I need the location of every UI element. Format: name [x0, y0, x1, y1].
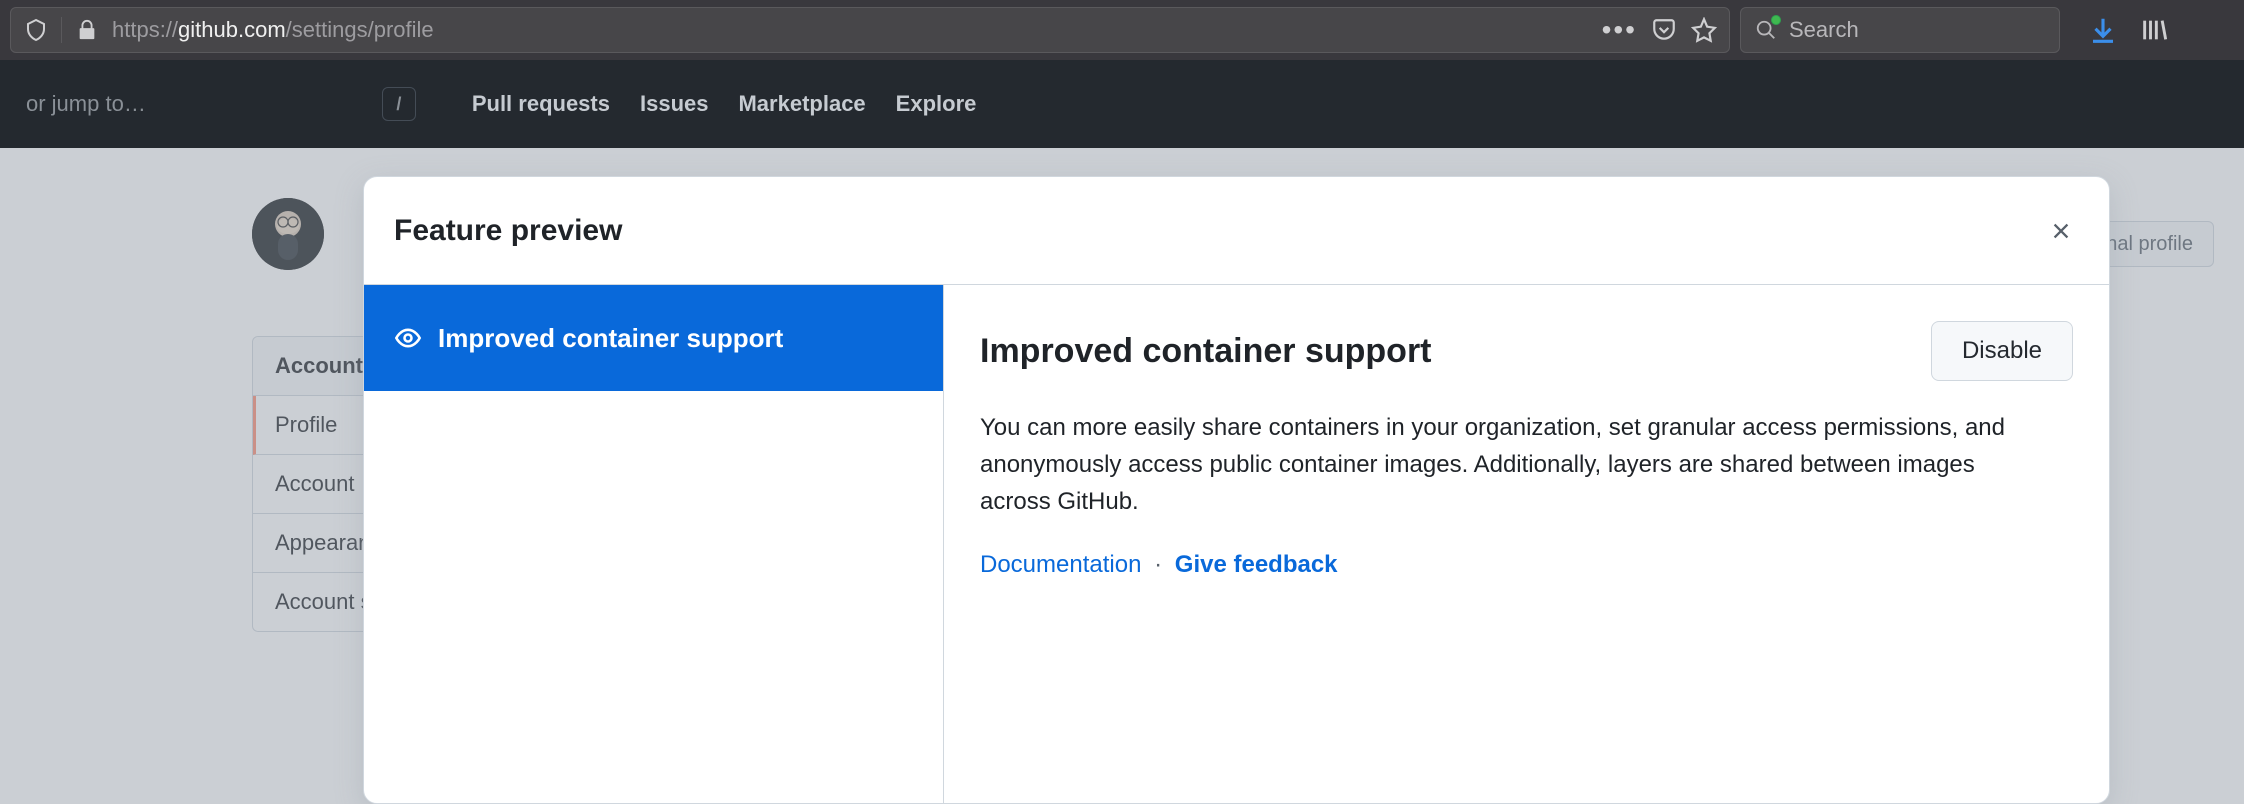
search-icon	[1753, 17, 1779, 43]
github-header: or jump to… / Pull requests Issues Marke…	[0, 60, 2244, 148]
eye-icon	[394, 324, 422, 352]
modal-body: Improved container support Improved cont…	[364, 285, 2109, 803]
modal-title: Feature preview	[394, 214, 622, 248]
url-bar[interactable]: https://github.com/settings/profile •••	[10, 7, 1730, 53]
feature-preview-modal: Feature preview Improved container suppo…	[363, 176, 2110, 804]
url-host: github.com	[178, 17, 286, 42]
modal-sidebar: Improved container support	[364, 285, 944, 803]
meatball-icon[interactable]: •••	[1602, 14, 1637, 46]
nav-pull-requests[interactable]: Pull requests	[472, 91, 610, 117]
give-feedback-link[interactable]: Give feedback	[1175, 551, 1338, 578]
search-placeholder: Search	[1789, 17, 1859, 43]
separator	[61, 17, 62, 43]
page-body: Account settings Profile Account Appeara…	[0, 148, 2244, 804]
star-icon[interactable]	[1691, 17, 1717, 43]
browser-address-bar: https://github.com/settings/profile ••• …	[0, 0, 2244, 60]
nav-marketplace[interactable]: Marketplace	[738, 91, 865, 117]
download-icon[interactable]	[2088, 15, 2118, 45]
modal-side-item-label: Improved container support	[438, 323, 783, 354]
feature-title: Improved container support	[980, 332, 1432, 371]
url-proto: https://	[112, 17, 178, 42]
nav-explore[interactable]: Explore	[896, 91, 977, 117]
close-icon[interactable]	[2043, 213, 2079, 249]
plus-badge-icon	[1771, 15, 1781, 25]
documentation-link[interactable]: Documentation	[980, 551, 1141, 578]
lock-icon[interactable]	[74, 17, 100, 43]
pocket-icon[interactable]	[1651, 17, 1677, 43]
feature-links: Documentation · Give feedback	[980, 551, 2073, 579]
browser-search-box[interactable]: Search	[1740, 7, 2060, 53]
slash-key: /	[382, 87, 416, 121]
url-text[interactable]: https://github.com/settings/profile	[112, 17, 1590, 43]
disable-button[interactable]: Disable	[1931, 321, 2073, 381]
nav-issues[interactable]: Issues	[640, 91, 709, 117]
modal-content: Improved container support Disable You c…	[944, 285, 2109, 803]
github-nav: Pull requests Issues Marketplace Explore	[472, 91, 977, 117]
url-path: /settings/profile	[286, 17, 434, 42]
modal-header: Feature preview	[364, 177, 2109, 285]
feature-description: You can more easily share containers in …	[980, 409, 2040, 521]
jump-to-input[interactable]: or jump to…	[26, 91, 146, 117]
library-icon[interactable]	[2140, 16, 2168, 44]
links-separator: ·	[1154, 551, 1162, 578]
shield-icon	[23, 17, 49, 43]
modal-side-item-improved-container[interactable]: Improved container support	[364, 285, 943, 391]
